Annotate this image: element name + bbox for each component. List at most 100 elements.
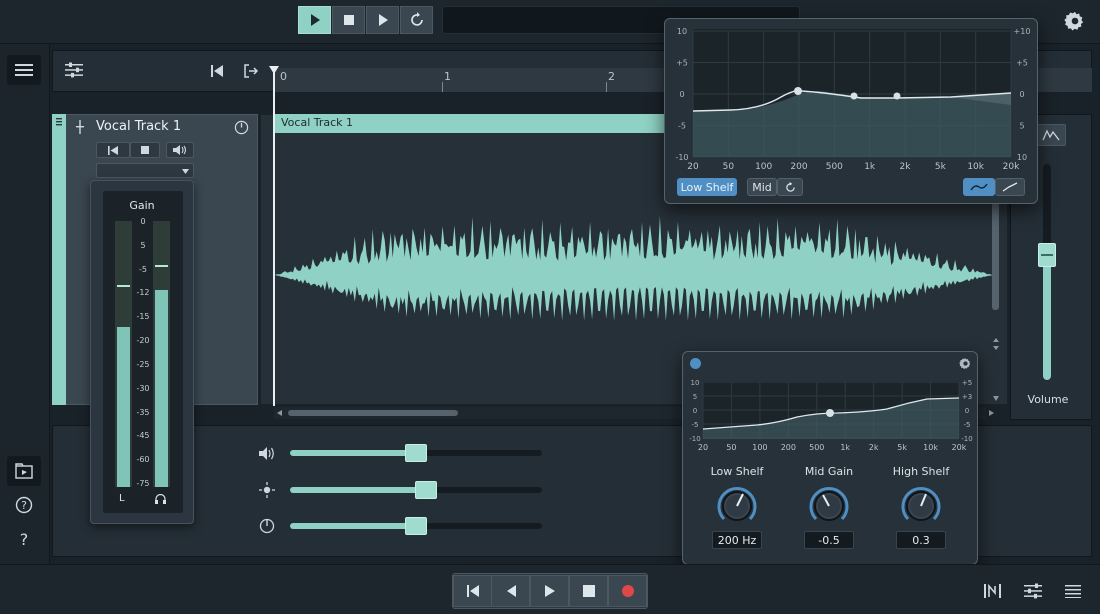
settings-button[interactable] [1062, 8, 1088, 34]
meter-right-channel [153, 221, 170, 487]
mixer-slider-0[interactable] [290, 444, 542, 462]
mixer-slider-1[interactable] [290, 481, 542, 499]
eq-freq-label: 500 [826, 162, 843, 172]
track-color-strip [52, 114, 66, 405]
menu-button[interactable] [7, 55, 41, 85]
record-button[interactable] [608, 575, 647, 607]
eq-freq-label: 20 [687, 162, 699, 172]
meter-scale-label: -15 [136, 312, 150, 322]
knob-mid-gain[interactable] [807, 484, 851, 528]
list-view-button[interactable] [1062, 581, 1084, 601]
mixer-row-2-icon [256, 516, 278, 536]
stop-button[interactable] [332, 6, 365, 34]
slider-thumb[interactable] [415, 481, 438, 499]
eq-gain-label: 10 [677, 27, 687, 36]
knob-label: Mid Gain [804, 465, 854, 478]
vertical-scrollbar-thumb[interactable] [992, 200, 999, 310]
gain-meter-popup: Gain 0 5 -5 -12 -15 -20 -25 -30 -35 -45 -60 -75 L [90, 180, 194, 524]
ruler-mark: 0 [280, 70, 287, 83]
rewind-to-start-button[interactable] [453, 575, 492, 607]
scroll-arrows-icon[interactable] [993, 338, 999, 350]
eq-gain-label: 0 [679, 90, 684, 99]
playhead-marker-icon[interactable] [269, 66, 279, 74]
export-button[interactable] [240, 60, 262, 82]
record-arm-icon[interactable] [76, 120, 84, 134]
eq-gain-label: +10 [1014, 27, 1031, 36]
meter-scale-label: -30 [136, 383, 150, 393]
horizontal-scrollbar-thumb[interactable] [288, 410, 458, 416]
stop-icon [343, 15, 354, 25]
reset-icon [785, 181, 795, 192]
volume-slider-thumb[interactable] [1038, 242, 1056, 267]
meter-scale-label: -25 [136, 359, 150, 369]
meter-scale-label: -20 [136, 336, 150, 346]
slider-thumb[interactable] [405, 444, 427, 462]
knob-value[interactable]: 0.3 [896, 531, 946, 549]
step-back-button[interactable] [491, 575, 530, 607]
transport-bar [0, 564, 1100, 614]
play-from-cursor-button[interactable] [366, 6, 399, 34]
knob-value[interactable]: -0.5 [804, 531, 854, 549]
eq-gain-label: 10 [691, 379, 700, 387]
drag-handle-icon[interactable] [56, 118, 62, 126]
audio-waveform[interactable] [275, 200, 993, 350]
meter-scale-label: 0 [140, 217, 146, 226]
knob-low-shelf[interactable] [715, 484, 759, 528]
band-mid-tab[interactable]: Mid [747, 178, 777, 196]
meter-scale-label: -5 [139, 264, 147, 274]
browser-button[interactable] [7, 456, 41, 486]
eq-freq-label: 2k [900, 162, 912, 172]
chevron-right-icon[interactable] [989, 410, 994, 416]
curve-smooth-button[interactable] [963, 178, 995, 196]
knob-value[interactable]: 200 Hz [712, 531, 762, 549]
envelope-button[interactable] [1036, 124, 1066, 146]
slider-thumb[interactable] [405, 517, 427, 535]
help-button[interactable]: ? [7, 490, 41, 520]
chevron-down-icon[interactable] [993, 396, 999, 401]
eq-freq-label: 50 [726, 443, 736, 452]
track-mute-button[interactable] [166, 142, 194, 158]
meter-left-channel [115, 221, 132, 487]
question-button[interactable]: ? [7, 524, 41, 554]
play-button[interactable] [298, 6, 331, 34]
track-timer-button[interactable] [233, 119, 249, 135]
volume-slider-track[interactable] [1043, 164, 1051, 380]
track-name[interactable]: Vocal Track 1 [96, 119, 181, 134]
curve-icon [970, 183, 988, 191]
play-icon [544, 585, 555, 597]
band-low-shelf-tab[interactable]: Low Shelf [677, 178, 737, 196]
enable-led[interactable] [690, 358, 701, 369]
eq-freq-label: 50 [723, 162, 735, 172]
track-stop-button[interactable] [130, 142, 160, 158]
knob-high-shelf[interactable] [899, 484, 943, 528]
loop-button[interactable] [400, 6, 433, 34]
eq-graph[interactable]: 20 50 100 200 500 1k 2k 5k 10k 20k10 +10+5 +50 0-5 5-… [671, 25, 1033, 175]
eq-knobs-popup: 20 50 100 200 500 1k 2k 5k 10k 20k 10 +5 5 +3 0 0 -5 -5 -1… [682, 351, 978, 565]
mixer-view-button[interactable] [1022, 581, 1044, 601]
track-rewind-button[interactable] [96, 142, 130, 158]
eq-gain-label: 5 [1019, 122, 1024, 131]
gear-icon [1064, 11, 1084, 31]
eq-freq-label: 20k [952, 443, 967, 452]
playhead[interactable] [273, 66, 275, 406]
track-input-select[interactable] [96, 163, 194, 178]
chevron-left-icon[interactable] [277, 410, 282, 416]
markers-button[interactable] [982, 581, 1004, 601]
go-to-start-button[interactable] [206, 60, 228, 82]
hamburger-icon [15, 64, 33, 76]
eq-reset-button[interactable] [777, 178, 803, 196]
curve-linear-button[interactable] [995, 178, 1025, 196]
eq-gain-label: -10 [689, 435, 700, 443]
eq-freq-label: 5k [897, 443, 907, 452]
transport-stop-button[interactable] [569, 575, 608, 607]
skip-back-icon [466, 585, 479, 597]
gear-icon[interactable] [959, 357, 972, 370]
mixer-slider-2[interactable] [290, 517, 542, 535]
meter-right-level [155, 290, 168, 487]
clip-header[interactable]: Vocal Track 1 [275, 114, 675, 133]
mixer-toggle-button[interactable] [62, 58, 86, 82]
transport-play-button[interactable] [530, 575, 569, 607]
clip-name: Vocal Track 1 [281, 116, 354, 129]
eq-freq-label: 1k [840, 443, 850, 452]
eq-mini-graph[interactable]: 20 50 100 200 500 1k 2k 5k 10k 20k 10 +5 5 +3 0 0 -5 -5 -1… [687, 379, 975, 457]
